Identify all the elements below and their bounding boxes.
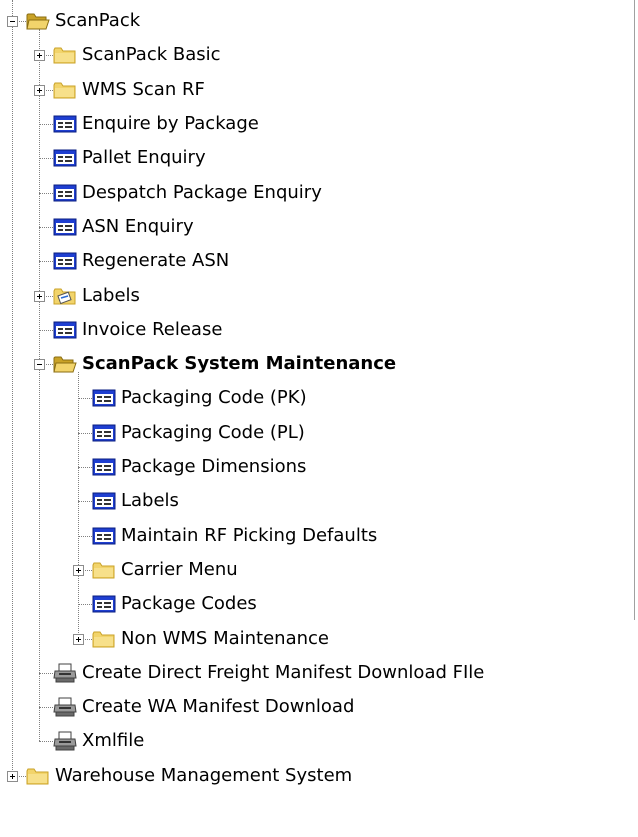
tree-connector-horizontal: [39, 707, 53, 709]
expand-icon[interactable]: [73, 633, 84, 645]
expand-icon[interactable]: [34, 50, 45, 62]
collapse-icon[interactable]: [7, 16, 18, 28]
tree-item-label[interactable]: Regenerate ASN: [80, 249, 231, 273]
tree-item-label[interactable]: Create Direct Freight Manifest Download …: [80, 661, 486, 685]
tree-connector-vertical: [39, 29, 40, 742]
tree-item-label[interactable]: Warehouse Management System: [53, 764, 354, 788]
form-icon: [53, 148, 77, 168]
tree-connector-horizontal: [39, 329, 53, 331]
form-icon: [53, 320, 77, 340]
tree-item-label[interactable]: Xmlfile: [80, 729, 146, 753]
tree-item-label[interactable]: Labels: [119, 489, 181, 513]
form-icon: [53, 183, 77, 203]
printer-icon: [53, 731, 77, 751]
form-icon: [92, 457, 116, 477]
printer-icon: [53, 663, 77, 683]
tree-view[interactable]: ScanPack ScanPack Basic WMS Scan RF Enqu…: [0, 0, 632, 837]
tree-connector-vertical: [12, 0, 13, 776]
tree-item-label[interactable]: Maintain RF Picking Defaults: [119, 524, 379, 548]
form-icon: [92, 594, 116, 614]
printer-icon: [53, 697, 77, 717]
folder-labels-icon: [53, 286, 77, 306]
tree-item-label[interactable]: Despatch Package Enquiry: [80, 181, 324, 205]
tree-item-label[interactable]: Pallet Enquiry: [80, 146, 208, 170]
expand-icon[interactable]: [73, 564, 84, 576]
tree-view-border: [634, 0, 635, 620]
tree-item-label[interactable]: ScanPack: [53, 9, 142, 33]
tree-item-label[interactable]: Labels: [80, 284, 142, 308]
tree-connector-horizontal: [39, 672, 53, 674]
tree-item-label[interactable]: Invoice Release: [80, 318, 224, 342]
tree-item-label[interactable]: Non WMS Maintenance: [119, 627, 331, 651]
form-icon: [92, 388, 116, 408]
tree-item-label[interactable]: Package Dimensions: [119, 455, 308, 479]
collapse-icon[interactable]: [34, 359, 45, 371]
tree-connector-vertical: [78, 372, 79, 639]
folder-open-icon: [26, 11, 50, 31]
form-icon: [92, 491, 116, 511]
folder-icon: [92, 629, 116, 649]
tree-connector-horizontal: [78, 535, 92, 537]
tree-item-label[interactable]: Create WA Manifest Download: [80, 695, 356, 719]
tree-connector-horizontal: [78, 604, 92, 606]
form-icon: [53, 114, 77, 134]
tree-item-label[interactable]: ScanPack System Maintenance: [80, 352, 398, 376]
tree-connector-horizontal: [78, 467, 92, 469]
tree-item-label[interactable]: ASN Enquiry: [80, 215, 196, 239]
form-icon: [92, 526, 116, 546]
folder-icon: [53, 45, 77, 65]
tree-connector-horizontal: [39, 261, 53, 263]
tree-connector-horizontal: [39, 226, 53, 228]
folder-icon: [26, 766, 50, 786]
tree-item-label[interactable]: Package Codes: [119, 592, 259, 616]
expand-icon[interactable]: [34, 290, 45, 302]
tree-item-label[interactable]: Carrier Menu: [119, 558, 240, 582]
folder-icon: [92, 560, 116, 580]
tree-item-label[interactable]: Packaging Code (PK): [119, 386, 309, 410]
tree-item-label[interactable]: Enquire by Package: [80, 112, 261, 136]
tree-connector-horizontal: [78, 398, 92, 400]
tree-connector-horizontal: [39, 741, 53, 743]
expand-icon[interactable]: [34, 84, 45, 96]
tree-connector-horizontal: [39, 158, 53, 160]
tree-item-label[interactable]: ScanPack Basic: [80, 43, 223, 67]
tree-connector-horizontal: [78, 501, 92, 503]
tree-item-label[interactable]: Packaging Code (PL): [119, 421, 307, 445]
folder-icon: [53, 80, 77, 100]
expand-icon[interactable]: [7, 770, 18, 782]
form-icon: [92, 423, 116, 443]
folder-open-icon: [53, 354, 77, 374]
tree-connector-horizontal: [78, 432, 92, 434]
tree-connector-horizontal: [39, 124, 53, 126]
form-icon: [53, 251, 77, 271]
tree-connector-horizontal: [39, 192, 53, 194]
tree-item-label[interactable]: WMS Scan RF: [80, 78, 207, 102]
form-icon: [53, 217, 77, 237]
